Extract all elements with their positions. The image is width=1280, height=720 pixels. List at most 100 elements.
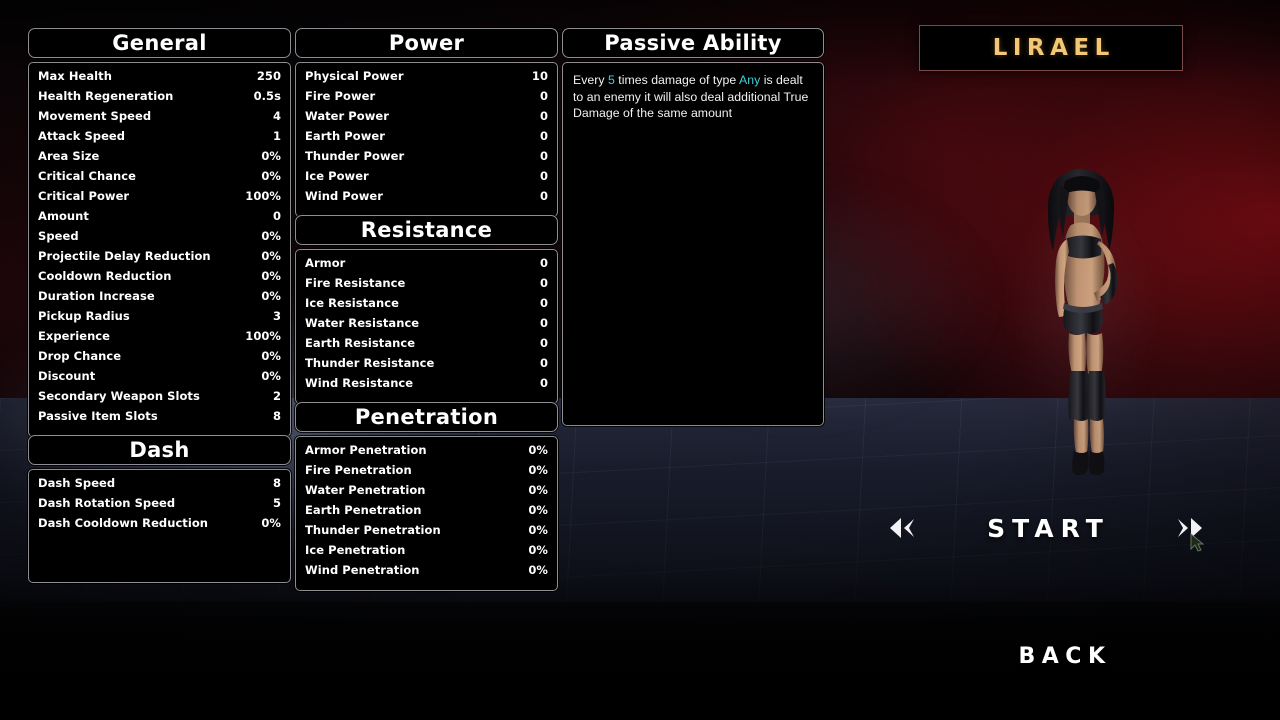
panel-power-header: Power	[295, 28, 558, 58]
stat-row: Ice Resistance 0	[305, 296, 548, 316]
stat-label: Experience	[38, 329, 111, 343]
stat-row: Fire Penetration 0%	[305, 463, 548, 483]
stat-label: Earth Resistance	[305, 336, 416, 350]
stat-row: Dash Rotation Speed 5	[38, 496, 281, 516]
stat-value: 0%	[261, 349, 281, 363]
stat-label: Critical Power	[38, 189, 130, 203]
stat-label: Fire Power	[305, 89, 376, 103]
panel-dash-body: Dash Speed 8 Dash Rotation Speed 5 Dash Cool…	[28, 469, 291, 583]
stat-row: Armor 0	[305, 256, 548, 276]
stat-value: 0	[539, 129, 548, 143]
stat-value: 10	[531, 69, 548, 83]
stat-value: 0%	[528, 503, 548, 517]
stat-value: 4	[272, 109, 281, 123]
panel-passive-ability-body: Every 5 times damage of type Any is deal…	[562, 62, 824, 426]
stat-label: Ice Resistance	[305, 296, 399, 310]
stat-value: 0	[539, 296, 548, 310]
stat-row: Wind Penetration 0%	[305, 563, 548, 583]
stat-value: 100%	[245, 189, 281, 203]
stat-label: Critical Chance	[38, 169, 136, 183]
panel-penetration-title: Penetration	[354, 404, 499, 429]
stat-value: 0	[539, 256, 548, 270]
panel-dash-header: Dash	[28, 435, 291, 465]
character-stats-screen: General Max Health 250 Health Regeneration…	[0, 0, 1280, 720]
stat-row: Experience 100%	[38, 329, 281, 349]
stat-label: Armor Penetration	[305, 443, 427, 457]
stat-row: Water Penetration 0%	[305, 483, 548, 503]
stat-row: Secondary Weapon Slots 2	[38, 389, 281, 409]
stat-label: Discount	[38, 369, 96, 383]
stat-row: Critical Power 100%	[38, 189, 281, 209]
stat-value: 0%	[528, 543, 548, 557]
back-button-label[interactable]: BACK	[1012, 644, 1112, 669]
stat-value: 0%	[528, 563, 548, 577]
stat-value: 0	[539, 89, 548, 103]
stat-label: Attack Speed	[38, 129, 126, 143]
panel-general: General Max Health 250 Health Regeneration…	[28, 28, 291, 437]
start-button-label[interactable]: START	[880, 514, 1210, 543]
stat-label: Amount	[38, 209, 89, 223]
stat-value: 0%	[261, 369, 281, 383]
stat-value: 0	[539, 276, 548, 290]
stat-label: Max Health	[38, 69, 112, 83]
stat-row: Ice Power 0	[305, 169, 548, 189]
passive-text-fragment: Every	[573, 73, 608, 87]
stat-label: Wind Penetration	[305, 563, 420, 577]
stat-row: Earth Penetration 0%	[305, 503, 548, 523]
stat-label: Speed	[38, 229, 79, 243]
panel-resistance-title: Resistance	[360, 217, 493, 242]
panel-power-body: Physical Power 10 Fire Power 0 Water Power 0 E…	[295, 62, 558, 217]
stat-value: 0	[539, 376, 548, 390]
stat-value: 0%	[528, 483, 548, 497]
stat-label: Cooldown Reduction	[38, 269, 172, 283]
stat-label: Drop Chance	[38, 349, 122, 363]
stat-row: Movement Speed 4	[38, 109, 281, 129]
stat-row: Thunder Power 0	[305, 149, 548, 169]
stat-value: 0	[539, 189, 548, 203]
stat-label: Duration Increase	[38, 289, 155, 303]
stat-value: 0	[539, 356, 548, 370]
stat-row: Physical Power 10	[305, 69, 548, 89]
stat-label: Ice Power	[305, 169, 369, 183]
panel-penetration-header: Penetration	[295, 402, 558, 432]
stat-label: Dash Speed	[38, 476, 116, 490]
stat-label: Secondary Weapon Slots	[38, 389, 200, 403]
stat-row: Pickup Radius 3	[38, 309, 281, 329]
stat-row: Amount 0	[38, 209, 281, 229]
stat-value: 0%	[528, 523, 548, 537]
stat-row: Duration Increase 0%	[38, 289, 281, 309]
stat-label: Movement Speed	[38, 109, 152, 123]
stat-value: 0%	[261, 516, 281, 530]
stat-value: 0%	[261, 269, 281, 283]
stat-label: Pickup Radius	[38, 309, 130, 323]
stat-row: Projectile Delay Reduction 0%	[38, 249, 281, 269]
passive-highlight: 5	[607, 73, 615, 87]
stat-value: 0.5s	[253, 89, 281, 103]
stat-label: Projectile Delay Reduction	[38, 249, 211, 263]
stat-row: Speed 0%	[38, 229, 281, 249]
stat-value: 1	[272, 129, 281, 143]
panel-general-body: Max Health 250 Health Regeneration 0.5s Move…	[28, 62, 291, 437]
panel-general-header: General	[28, 28, 291, 58]
panel-dash: Dash Dash Speed 8 Dash Rotation Speed 5 Dash…	[28, 435, 291, 583]
passive-ability-description: Every 5 times damage of type Any is deal…	[573, 72, 813, 122]
passive-text-fragment: times damage of type	[614, 73, 740, 87]
stat-value: 0%	[261, 249, 281, 263]
stat-value: 0	[539, 149, 548, 163]
panel-resistance-body: Armor 0 Fire Resistance 0 Ice Resistance 0 Wat…	[295, 249, 558, 404]
stat-label: Earth Power	[305, 129, 385, 143]
stat-label: Water Penetration	[305, 483, 426, 497]
stat-label: Armor	[305, 256, 346, 270]
stat-label: Dash Cooldown Reduction	[38, 516, 209, 530]
stat-row: Wind Power 0	[305, 189, 548, 209]
stat-row: Dash Cooldown Reduction 0%	[38, 516, 281, 536]
stat-row: Ice Penetration 0%	[305, 543, 548, 563]
panel-passive-ability: Passive Ability Every 5 times damage of …	[562, 28, 824, 426]
stat-row: Earth Resistance 0	[305, 336, 548, 356]
stat-label: Dash Rotation Speed	[38, 496, 176, 510]
stat-row: Fire Power 0	[305, 89, 548, 109]
stat-label: Thunder Penetration	[305, 523, 441, 537]
panel-power: Power Physical Power 10 Fire Power 0 Water P…	[295, 28, 558, 217]
stat-value: 0%	[528, 443, 548, 457]
panel-passive-ability-header: Passive Ability	[562, 28, 824, 58]
